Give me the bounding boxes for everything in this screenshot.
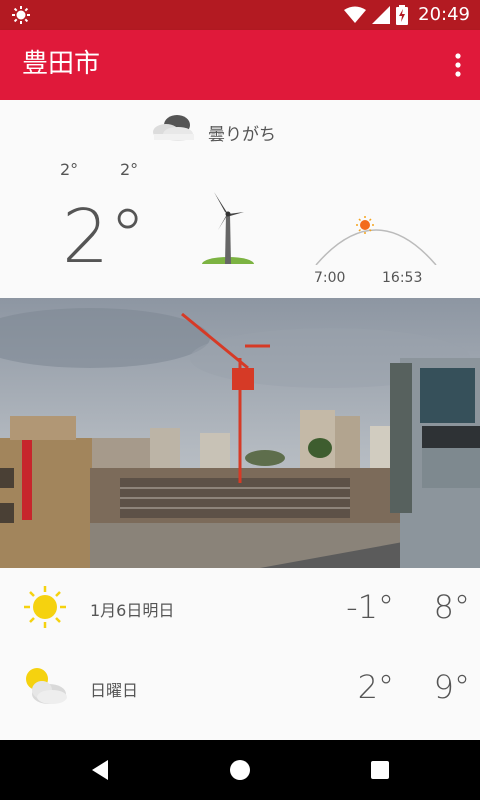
- wifi-icon: [344, 6, 367, 23]
- signal-icon: [372, 6, 391, 24]
- brightness-icon: [12, 6, 30, 24]
- city-photo: [0, 298, 480, 568]
- recents-icon[interactable]: [368, 758, 392, 782]
- condition-text: 曇りがち: [208, 125, 276, 145]
- status-bar: 20:49: [0, 0, 480, 30]
- forecast-list: 1月6日明日 -1° 8° 日曜日 2° 9°: [0, 568, 480, 740]
- forecast-label: 日曜日: [90, 681, 139, 700]
- today-low: 2°: [120, 160, 139, 179]
- today-high: 2°: [60, 160, 79, 179]
- forecast-label: 1月6日明日: [90, 601, 175, 620]
- current-weather-card: 曇りがち 2° 2° 2° 7:00 16:53: [0, 100, 480, 298]
- app-bar: 豊田市: [0, 30, 480, 100]
- more-vert-icon[interactable]: [452, 52, 464, 78]
- forecast-row-sunday[interactable]: 日曜日 2° 9°: [0, 648, 480, 728]
- forecast-row-tomorrow[interactable]: 1月6日明日 -1° 8°: [0, 568, 480, 648]
- navigation-bar: [0, 740, 480, 800]
- sunrise-time: 7:00: [314, 270, 346, 286]
- wind-turbine-icon: [198, 192, 258, 270]
- cloudy-icon: [153, 115, 194, 141]
- sunny-icon: [24, 586, 66, 628]
- city-title: 豊田市: [22, 49, 101, 79]
- forecast-low: 2°: [357, 668, 394, 706]
- current-temperature: 2°: [62, 194, 147, 280]
- sun-path-icon: [315, 216, 437, 265]
- partly-cloudy-icon: [26, 668, 67, 704]
- sunset-time: 16:53: [382, 270, 423, 286]
- forecast-low: -1°: [346, 588, 394, 626]
- battery-charging-icon: [396, 5, 409, 25]
- forecast-high: 9°: [433, 668, 470, 706]
- forecast-high: 8°: [433, 588, 470, 626]
- home-icon[interactable]: [228, 758, 252, 782]
- status-time: 20:49: [418, 4, 470, 25]
- back-icon[interactable]: [88, 758, 112, 782]
